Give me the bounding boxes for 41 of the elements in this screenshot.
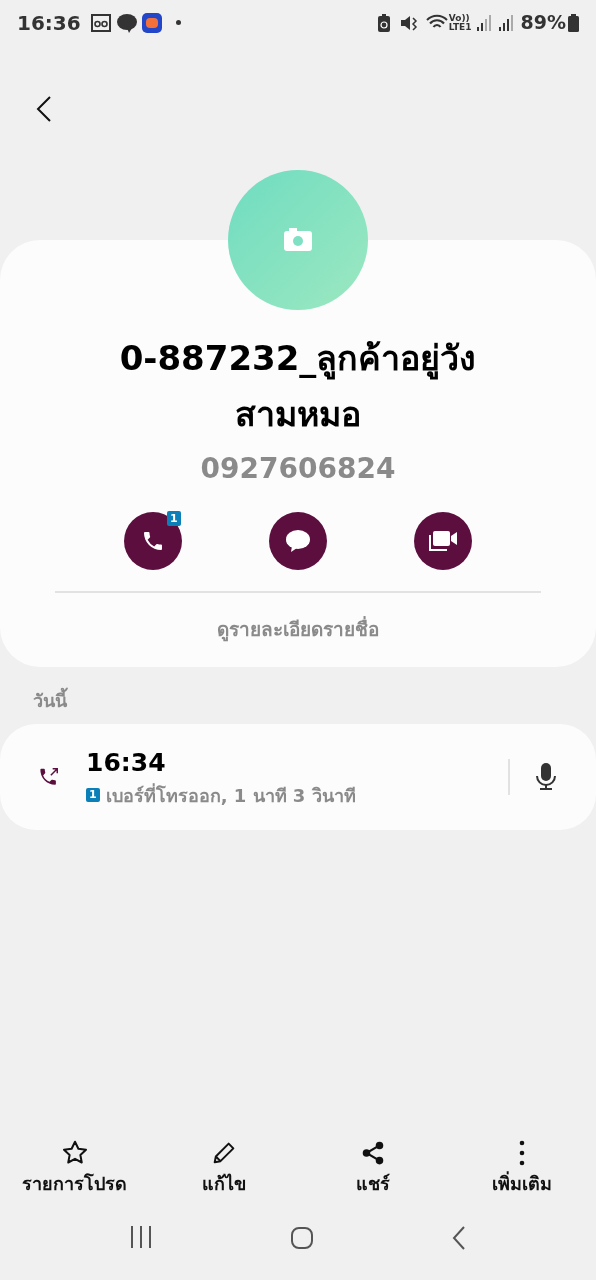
home-icon[interactable] <box>290 1226 314 1250</box>
phone-number: 0927606824 <box>200 451 396 487</box>
toolbar-button[interactable]: แก้ไข <box>149 1136 298 1197</box>
chat-bubble-icon <box>285 529 311 553</box>
toolbar-label: แชร์ <box>355 1172 390 1196</box>
outgoing-call-icon <box>38 766 60 788</box>
video-camera-icon <box>428 530 459 552</box>
toolbar-label: เพิ่มเติม <box>491 1170 552 1196</box>
call-description: เบอร์ที่โทรออก, 1 นาที 3 วินาที <box>105 782 356 808</box>
volte-label: Vo)) <box>448 13 470 23</box>
recent-apps-icon[interactable] <box>128 1226 153 1248</box>
call-log-item[interactable]: 16:34 1 เบอร์ที่โทรออก, 1 นาที 3 วินาที <box>0 724 596 830</box>
contact-name: 0-887232_ลูกค้าอยู่วังสามหมอ <box>118 337 478 436</box>
shopping-app-icon <box>141 12 162 33</box>
signal-icon <box>498 14 513 31</box>
battery-saver-icon <box>377 13 390 32</box>
mute-icon <box>399 13 418 32</box>
video-call-button[interactable] <box>414 512 473 570</box>
section-title: วันนี้ <box>33 687 596 714</box>
status-time: 16:36 <box>17 9 81 37</box>
sim-badge: 1 <box>167 511 181 526</box>
signal-icon <box>476 14 491 31</box>
sim-badge: 1 <box>86 788 100 802</box>
call-time: 16:34 <box>86 746 167 779</box>
back-icon[interactable] <box>451 1226 468 1250</box>
chat-app-icon <box>116 12 137 33</box>
back-icon <box>36 96 52 122</box>
toolbar-label: แก้ไข <box>201 1172 246 1196</box>
voicemail-icon <box>90 13 111 32</box>
microphone-icon[interactable] <box>536 763 556 791</box>
call-button[interactable]: 1 <box>123 512 182 570</box>
camera-icon <box>284 228 312 251</box>
toolbar-button[interactable]: แชร์ <box>298 1136 447 1197</box>
more-icon <box>517 1140 526 1166</box>
battery-percent: 89% <box>520 10 566 36</box>
toolbar-label: รายการโปรด <box>22 1172 127 1196</box>
battery-icon <box>568 13 579 32</box>
toolbar-button[interactable]: รายการโปรด <box>0 1136 149 1197</box>
toolbar-button[interactable]: เพิ่มเติม <box>447 1136 596 1197</box>
message-button[interactable] <box>269 512 327 570</box>
network-label: LTE1 <box>448 22 472 32</box>
